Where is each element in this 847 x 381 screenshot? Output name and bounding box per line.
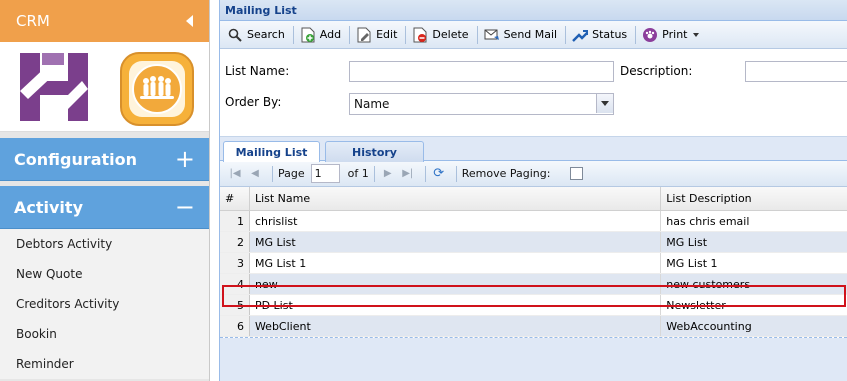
sidebar: CRM Configuration + Activity − Debtors A… — [0, 0, 210, 381]
menu-item-new-quote[interactable]: New Quote — [0, 259, 209, 289]
column-header-list-description[interactable]: List Description — [661, 187, 847, 210]
menu-item-bookin[interactable]: Bookin — [0, 319, 209, 349]
menu-item-reminder[interactable]: Reminder — [0, 349, 209, 379]
app-title: CRM — [16, 12, 50, 30]
table-row[interactable]: 2 MG List MG List — [220, 232, 847, 253]
menu-item-debtors-activity[interactable]: Debtors Activity — [0, 229, 209, 259]
refresh-icon[interactable]: ⟳ — [431, 166, 447, 182]
list-name-cell: PD List — [250, 295, 662, 315]
last-page-icon[interactable]: ▶| — [400, 166, 416, 182]
filter-form: List Name: Description: Order By: Name — [220, 49, 847, 137]
list-description-cell: MG List 1 — [666, 256, 718, 270]
list-name-cell: chrislist — [250, 211, 662, 231]
list-name-cell: MG List 1 — [250, 253, 662, 273]
page-number-input[interactable]: 1 — [310, 164, 340, 183]
list-name-label: List Name: — [225, 64, 290, 78]
search-icon — [227, 27, 243, 43]
table-row[interactable]: 3 MG List 1 MG List 1 — [220, 253, 847, 274]
status-icon — [572, 27, 589, 43]
remove-paging-checkbox[interactable] — [570, 167, 584, 180]
page-label: Page — [278, 167, 305, 180]
send-mail-button[interactable]: Send Mail — [480, 24, 564, 46]
mailing-list-grid: # List Name List Description 1 chrislist… — [220, 187, 847, 338]
edit-label: Edit — [376, 28, 398, 41]
table-row[interactable]: 6 WebClient WebAccounting — [220, 316, 847, 337]
description-label: Description: — [620, 64, 693, 78]
menu-item-creditors-activity[interactable]: Creditors Activity — [0, 289, 209, 319]
list-name-cell: new — [250, 274, 662, 294]
remove-paging-label: Remove Paging: — [461, 167, 551, 180]
expand-plus-icon[interactable]: + — [175, 147, 195, 171]
add-button[interactable]: Add — [296, 24, 347, 46]
edit-icon — [356, 27, 372, 43]
row-number: 2 — [220, 232, 250, 252]
row-number: 1 — [220, 211, 250, 231]
row-number: 4 — [220, 274, 250, 294]
section-activity[interactable]: Activity − — [0, 186, 209, 229]
collapse-minus-icon[interactable]: − — [175, 195, 195, 219]
tab-mailing-list[interactable]: Mailing List — [223, 141, 320, 162]
status-label: Status — [592, 28, 628, 41]
print-dropdown-icon[interactable] — [693, 32, 700, 37]
section-configuration-label: Configuration — [14, 149, 138, 169]
tab-bar: Mailing List History — [220, 137, 847, 162]
print-icon — [642, 27, 658, 43]
first-page-icon[interactable]: |◀ — [227, 166, 243, 182]
row-number: 5 — [220, 295, 250, 315]
activity-menu: Debtors Activity New Quote Creditors Act… — [0, 229, 209, 379]
order-by-label: Order By: — [225, 95, 282, 109]
add-icon — [300, 27, 316, 43]
mailing-list-panel: Mailing List Search Add Edit Delete Send… — [219, 0, 847, 381]
table-row[interactable]: 1 chrislist has chris email — [220, 211, 847, 232]
order-by-value: Name — [354, 97, 390, 111]
send-mail-label: Send Mail — [503, 28, 558, 41]
prev-page-icon[interactable]: ◀ — [247, 166, 263, 182]
paging-toolbar: |◀ ◀ Page 1 of 1 ▶ ▶| ⟳ Remove Paging: — [220, 161, 847, 187]
panel-title: Mailing List — [220, 0, 847, 21]
company-logo — [18, 51, 90, 123]
list-description-cell: new customers — [666, 277, 751, 291]
status-button[interactable]: Status — [568, 24, 633, 46]
tab-history[interactable]: History — [325, 141, 424, 162]
list-description-cell: WebAccounting — [666, 319, 752, 333]
search-label: Search — [247, 28, 285, 41]
list-name-cell: MG List — [250, 232, 662, 252]
add-label: Add — [319, 28, 342, 41]
list-name-cell: WebClient — [250, 316, 662, 336]
delete-icon — [412, 27, 428, 43]
table-row-selected[interactable]: 5 PD List Newsletter — [220, 295, 847, 316]
sidebar-header: CRM — [0, 0, 209, 42]
section-configuration[interactable]: Configuration + — [0, 138, 209, 181]
logo-area — [0, 42, 209, 132]
column-header-number[interactable]: # — [220, 187, 250, 210]
search-button[interactable]: Search — [223, 24, 291, 46]
edit-button[interactable]: Edit — [352, 24, 403, 46]
delete-button[interactable]: Delete — [408, 24, 474, 46]
description-input[interactable] — [745, 61, 847, 82]
page-count-label: of 1 — [347, 167, 369, 180]
print-button[interactable]: Print — [638, 24, 705, 46]
print-label: Print — [662, 28, 688, 41]
crm-people-icon — [120, 52, 194, 126]
list-description-cell: has chris email — [666, 214, 750, 228]
table-row[interactable]: 4 new new customers — [220, 274, 847, 295]
grid-header: # List Name List Description — [220, 187, 847, 211]
collapse-sidebar-icon[interactable] — [186, 15, 193, 27]
next-page-icon[interactable]: ▶ — [380, 166, 396, 182]
order-by-select[interactable]: Name — [349, 93, 614, 115]
column-header-list-name[interactable]: List Name — [250, 187, 662, 210]
list-name-input[interactable] — [349, 61, 614, 82]
row-number: 6 — [220, 316, 250, 336]
list-description-cell: MG List — [666, 235, 708, 249]
toolbar: Search Add Edit Delete Send Mail Status … — [220, 21, 847, 49]
chevron-down-icon[interactable] — [596, 94, 613, 113]
envelope-icon — [484, 27, 500, 43]
list-description-cell: Newsletter — [666, 298, 726, 312]
row-number: 3 — [220, 253, 250, 273]
delete-label: Delete — [432, 28, 469, 41]
section-activity-label: Activity — [14, 197, 83, 217]
